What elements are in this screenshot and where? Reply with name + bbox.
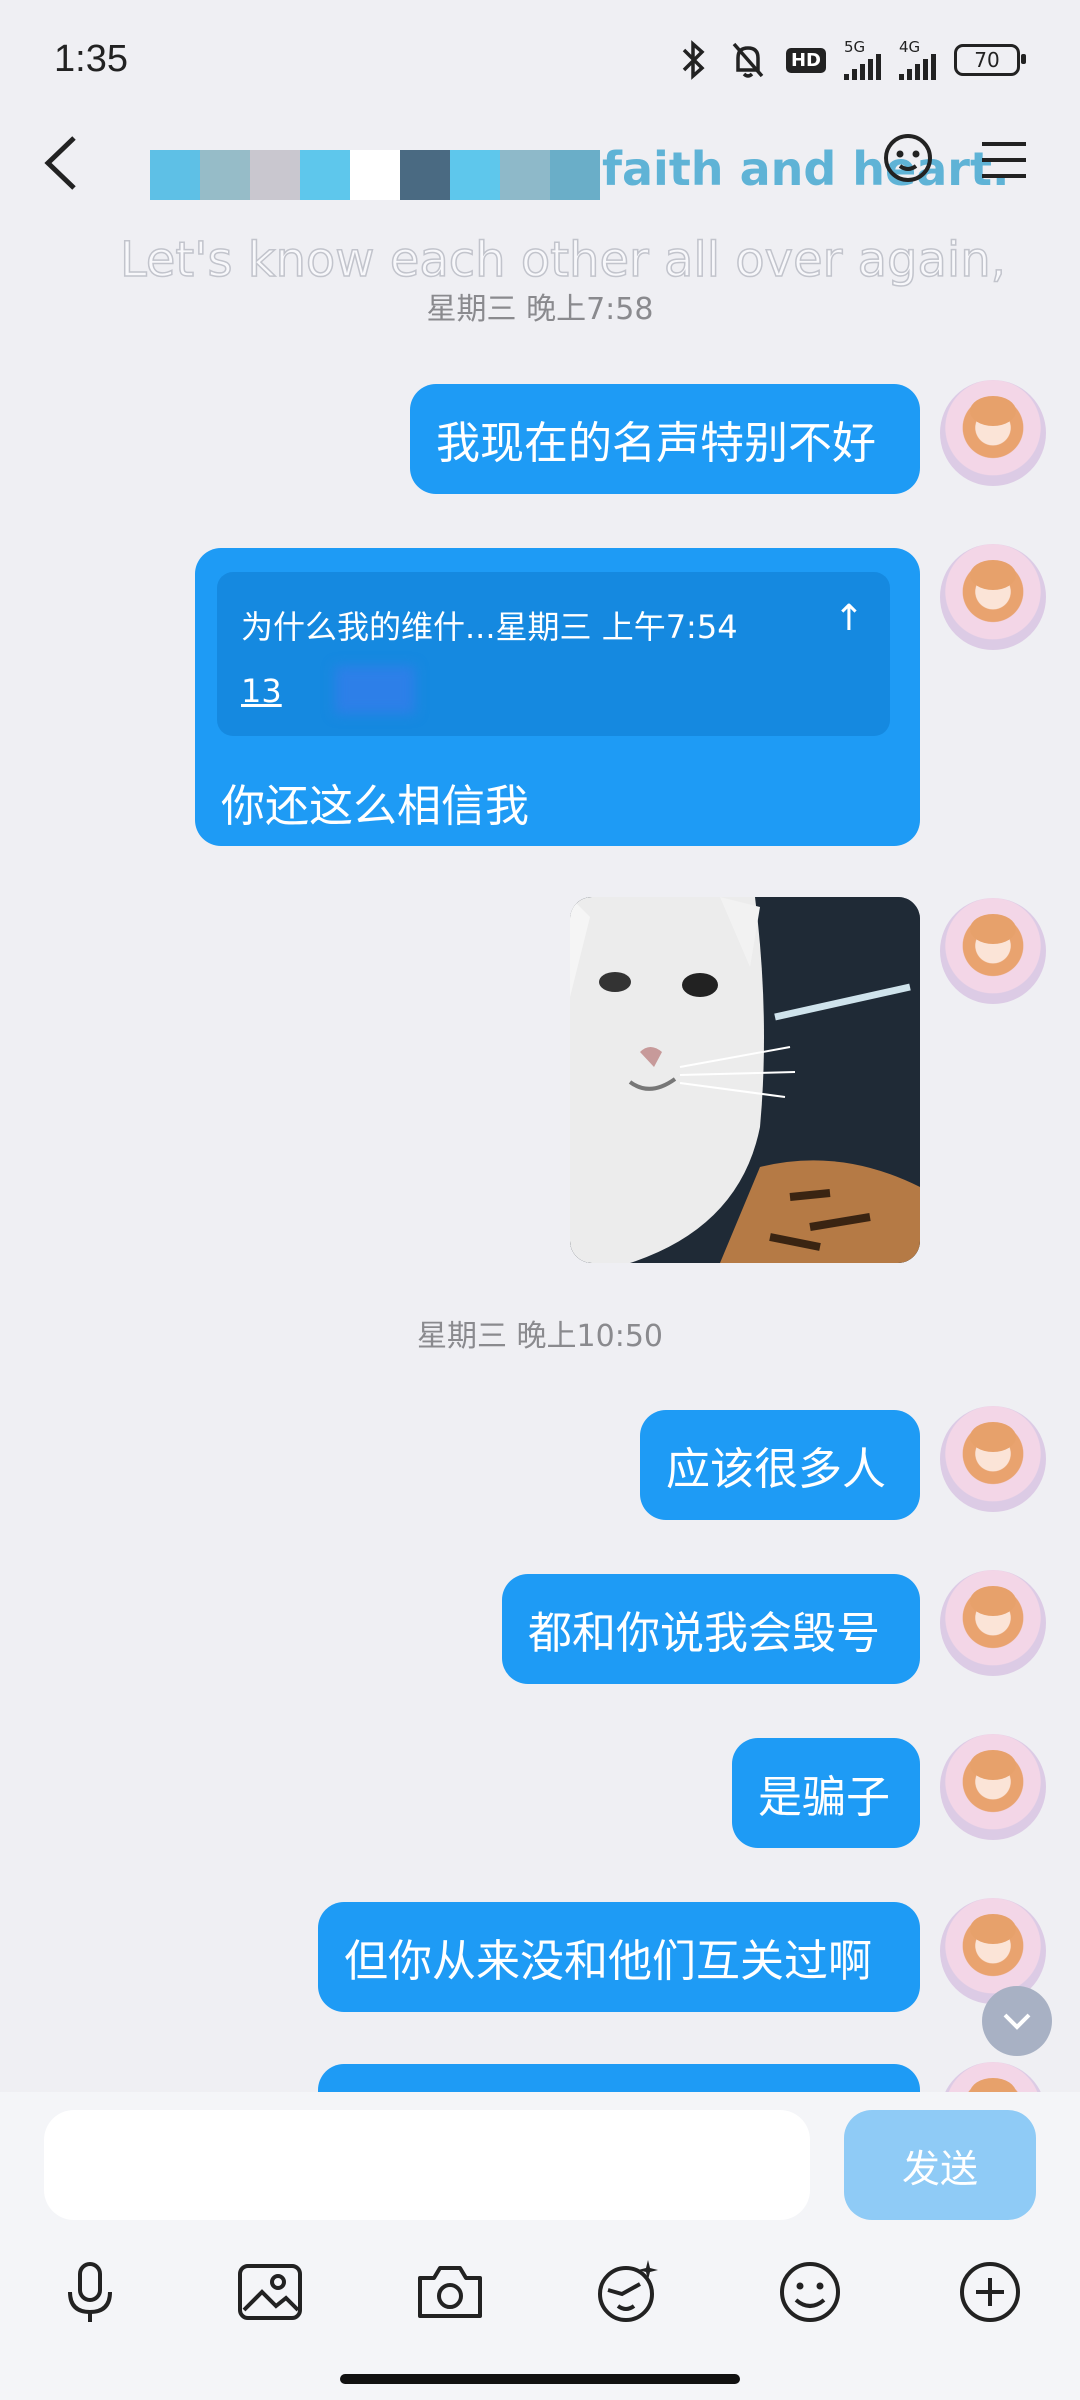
message-bubble[interactable]: 我现在的名声特别不好 (410, 384, 920, 494)
time-divider: 星期三 晚上10:50 (417, 1319, 663, 1354)
time-divider: 星期三 晚上7:58 (426, 292, 654, 327)
mute-bell-icon (732, 42, 764, 78)
reply-text: 你还这么相信我 (221, 781, 529, 832)
emoji-icon[interactable] (772, 2254, 848, 2330)
banner-text-sub: Let's know each other all over again, (119, 231, 1006, 289)
status-time: 1:35 (54, 38, 128, 80)
quoted-message-bubble[interactable]: 为什么我的维什...星期三 上午7:54 ↑ 13 你还这么相信我 (195, 548, 920, 846)
quoted-message-number: 13 (241, 672, 282, 710)
profile-icon[interactable] (876, 128, 940, 192)
avatar[interactable] (940, 898, 1046, 1004)
home-indicator[interactable] (340, 2374, 740, 2384)
signal-4g: 4G (899, 40, 936, 80)
quoted-message[interactable]: 为什么我的维什...星期三 上午7:54 ↑ 13 (217, 572, 890, 736)
message-bubble[interactable]: 是骗子 (732, 1738, 920, 1848)
avatar[interactable] (940, 1406, 1046, 1512)
message-bubble[interactable]: 但你从来没和他们互关过啊 (318, 1902, 920, 2012)
signal-bars-icon (844, 54, 881, 80)
back-button[interactable] (36, 128, 86, 198)
signal-5g-label: 5G (844, 38, 866, 56)
microphone-icon[interactable] (52, 2254, 128, 2330)
hd-badge: HD (785, 47, 826, 73)
quoted-message-text: 为什么我的维什...星期三 上午7:54 (241, 608, 738, 646)
chevron-down-icon (1003, 2013, 1031, 2030)
message-bubble[interactable]: 应该很多人 (640, 1410, 920, 1520)
scroll-to-bottom-button[interactable] (982, 1986, 1052, 2056)
cat-photo[interactable] (570, 897, 920, 1263)
message-bubble[interactable]: 都和你说我会毁号 (502, 1574, 920, 1684)
avatar[interactable] (940, 1734, 1046, 1840)
image-icon[interactable] (232, 2254, 308, 2330)
avatar[interactable] (940, 544, 1046, 650)
signal-4g-label: 4G (899, 38, 921, 56)
avatar[interactable] (940, 380, 1046, 486)
plus-icon[interactable] (952, 2254, 1028, 2330)
input-bar: 发送 (0, 2092, 1080, 2400)
signal-bars-icon (899, 54, 936, 80)
menu-icon[interactable] (972, 128, 1036, 192)
cat-photo-graphic (570, 897, 920, 1263)
send-button[interactable]: 发送 (844, 2110, 1036, 2220)
redacted-blur (335, 666, 415, 714)
signal-5g: 5G (844, 40, 881, 80)
contact-name-redacted (150, 150, 600, 200)
bluetooth-icon (682, 40, 705, 80)
status-icons: HD 5G 4G 70 (676, 38, 1026, 82)
banner-text-main: faith and heart. (602, 142, 1010, 196)
message-input[interactable] (44, 2110, 810, 2220)
battery-icon: 70 (954, 44, 1026, 76)
avatar[interactable] (940, 1570, 1046, 1676)
arrow-up-icon[interactable]: ↑ (834, 598, 864, 639)
status-bar: 1:35 HD 5G 4G 70 (0, 0, 1080, 120)
camera-icon[interactable] (412, 2254, 488, 2330)
sticker-icon[interactable] (590, 2254, 666, 2330)
